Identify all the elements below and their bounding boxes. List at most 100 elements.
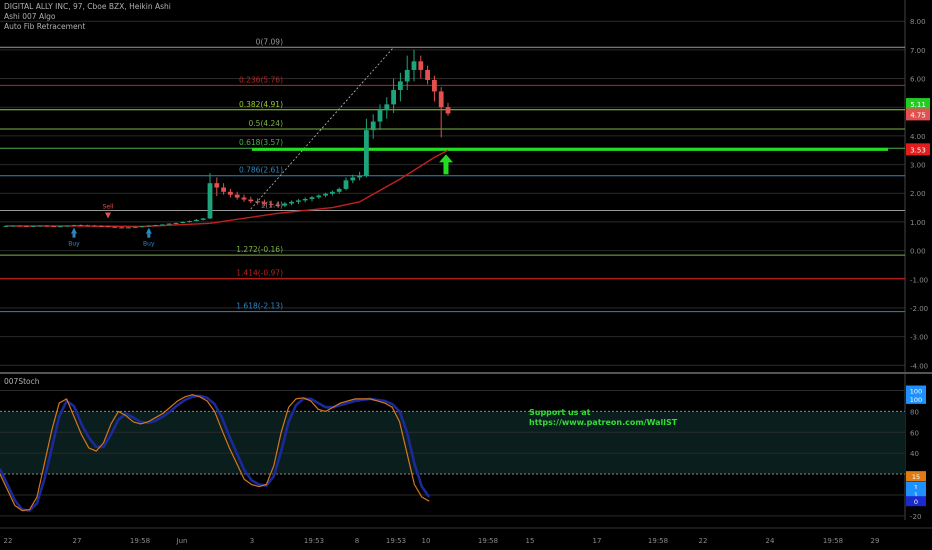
candle-body	[241, 197, 247, 200]
candle-body	[350, 177, 356, 181]
price-tick-label: 7.00	[910, 47, 926, 55]
stoch-tick-label: 40	[910, 450, 919, 458]
sell-signal-arrow-icon	[105, 212, 111, 219]
candle-body	[248, 199, 254, 202]
candle-body	[398, 81, 403, 91]
fib-level-label: 0.618(3.57)	[239, 138, 283, 147]
candle-body	[282, 203, 288, 206]
fib-level-label: 0.786(2.61)	[239, 166, 283, 175]
candle-body	[370, 121, 376, 131]
price-label-text: 3.53	[910, 146, 926, 154]
price-label-text: 4.75	[910, 111, 926, 119]
sell-signal-label: Sell	[103, 203, 114, 210]
buy-signal-stem	[72, 233, 76, 238]
indicator-label-fib: Auto Fib Retracement	[4, 22, 86, 31]
candle-body	[132, 226, 138, 228]
buy-signal-label: Buy	[143, 241, 155, 248]
candle-body	[194, 219, 199, 222]
candle-body	[316, 195, 322, 198]
candle-body	[432, 79, 437, 92]
x-tick-label: 19:58	[478, 537, 498, 545]
price-tick-label: -1.00	[910, 276, 928, 284]
x-tick-label: 8	[355, 537, 359, 545]
price-tick-label: -4.00	[910, 362, 928, 370]
candle-body	[377, 110, 383, 122]
fib-level-label: 1.414(-0.97)	[236, 268, 283, 277]
candle-body	[173, 223, 179, 225]
stoch-value-text: 15	[912, 473, 920, 481]
candle-body	[404, 69, 410, 82]
stoch-band-fill	[0, 411, 905, 475]
candle-body	[262, 202, 267, 204]
candle-body	[119, 227, 124, 229]
candle-body	[268, 203, 274, 205]
x-tick-label: 19:58	[648, 537, 668, 545]
candle-body	[384, 104, 390, 111]
candle-body	[51, 225, 56, 227]
promo-line-1: Support us at	[529, 408, 591, 417]
fib-level-label: 0.236(5.76)	[239, 75, 283, 84]
x-tick-label: 29	[871, 537, 880, 545]
candle-body	[153, 225, 158, 227]
candle-body	[3, 225, 9, 227]
candle-body	[309, 197, 315, 199]
price-label-text: 5.11	[910, 101, 926, 109]
candle-body	[357, 176, 362, 178]
price-tick-label: 4.00	[910, 133, 926, 141]
candle-body	[166, 223, 172, 225]
candle-body	[336, 188, 342, 192]
candle-body	[330, 191, 335, 194]
fib-level-label: 1.272(-0.16)	[236, 245, 283, 254]
candle-body	[411, 61, 417, 70]
x-axis: 22 27 19:58 Jun 3 19:53 8 19:53 10 19:58 15 17 19:58…	[0, 527, 932, 545]
x-tick-label: 22	[699, 537, 708, 545]
candle-body	[207, 183, 213, 219]
candle-body	[112, 226, 118, 228]
candle-body	[92, 225, 97, 227]
candle-body	[98, 225, 104, 227]
candle-body	[364, 130, 369, 177]
symbol-title: DIGITAL ALLY INC, 97, Cboe BZX, Heikin A…	[4, 2, 171, 11]
buy-signal-arrow-icon	[71, 227, 77, 234]
candle-body	[200, 218, 206, 220]
price-tick-label: 1.00	[910, 219, 926, 227]
x-tick-label: 22	[4, 537, 13, 545]
candle-body	[180, 221, 186, 224]
promo-line-2: https://www.patreon.com/WallST	[529, 418, 678, 427]
stoch-tick-label: -20	[910, 513, 921, 521]
candle-body	[255, 201, 260, 203]
price-tick-label: 2.00	[910, 190, 926, 198]
fib-level-label: 0(7.09)	[256, 37, 283, 46]
price-tick-label: 6.00	[910, 76, 926, 84]
candle-body	[105, 226, 111, 228]
candle-body	[85, 225, 90, 227]
fib-level-label: 0.5(4.24)	[249, 119, 284, 128]
candle-body	[343, 180, 349, 189]
stoch-tick-label: 60	[910, 429, 919, 437]
candle-body	[425, 69, 430, 80]
stoch-value-text: 0	[914, 498, 918, 506]
buy-signal-label: Buy	[68, 241, 80, 248]
candle-body	[58, 226, 63, 228]
candle-body	[187, 221, 192, 223]
candle-body	[391, 90, 396, 105]
buy-signal-stem	[147, 233, 151, 238]
candle-body	[445, 107, 451, 114]
candle-body	[214, 183, 220, 188]
fib-level-label: 1.618(-2.13)	[236, 302, 283, 311]
candle-body	[160, 224, 165, 226]
candle-body	[302, 198, 308, 201]
candle-body	[17, 225, 22, 227]
candle-body	[139, 226, 145, 228]
candle-body	[438, 91, 444, 108]
stoch-value-text: 100	[910, 396, 922, 404]
candle-body	[146, 225, 152, 227]
oscillator-title: 007Stoch	[4, 377, 40, 386]
candle-body	[228, 191, 233, 195]
candle-body	[78, 225, 84, 227]
price-tick-label: -2.00	[910, 305, 928, 313]
candle-body	[289, 201, 294, 204]
x-tick-label: 19:53	[304, 537, 324, 545]
x-tick-label: 3	[250, 537, 254, 545]
stochastic-pane: 100806040200-2010010015110	[0, 372, 932, 521]
